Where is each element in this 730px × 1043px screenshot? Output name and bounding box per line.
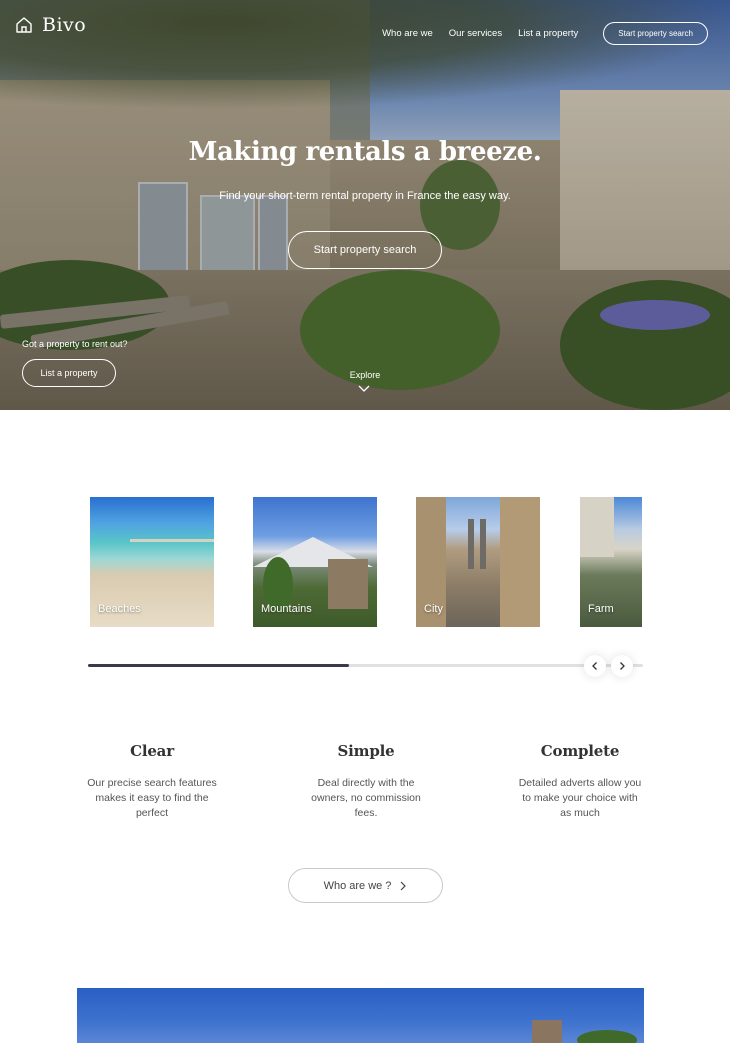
hero-title: Making rentals a breeze. [188,137,542,167]
nav-our-services[interactable]: Our services [449,28,502,39]
feature-text: Detailed adverts allow you to make your … [518,777,642,819]
who-are-we-label: Who are we ? [323,879,392,892]
category-label: Beaches [98,603,141,615]
top-nav: Who are we Our services List a property … [366,22,708,45]
start-search-button[interactable]: Start property search [288,231,442,269]
who-are-we-button[interactable]: Who are we ? [288,868,443,903]
tower-shape [532,1020,562,1043]
nav-start-search-button[interactable]: Start property search [603,22,708,45]
feature-text: Our precise search features makes it eas… [87,777,217,819]
carousel-next-button[interactable] [611,655,633,677]
carousel-progress-fill [88,664,349,667]
chalet-shape [328,559,368,609]
explore-link[interactable]: Explore [330,370,400,380]
category-card-farm[interactable]: Farm [580,497,642,627]
feature-clear: Clear Our precise search features makes … [72,742,232,821]
feature-text: Deal directly with the owners, no commis… [311,777,421,819]
category-card-beaches[interactable]: Beaches [90,497,214,627]
category-label: Farm [588,603,614,615]
chevron-right-icon [620,662,625,670]
house-outline-icon [16,17,32,33]
carousel-prev-button[interactable] [584,655,606,677]
rent-question: Got a property to rent out? [22,339,128,349]
list-property-button[interactable]: List a property [22,359,116,387]
chevron-right-icon [401,881,407,890]
pier-shape [130,539,214,542]
feature-title: Clear [130,742,174,760]
category-label: Mountains [261,603,312,615]
bottom-feature-image [77,988,644,1043]
hero-section: Bivo Who are we Our services List a prop… [0,0,730,410]
category-label: City [424,603,443,615]
brand-name: Bivo [42,14,87,36]
spire-shape [468,519,474,569]
feature-title: Simple [337,742,395,760]
nav-list-property[interactable]: List a property [518,28,578,39]
building-shape [500,497,540,627]
tree-shape [577,1030,637,1043]
carousel-progress [88,664,643,667]
farmhouse-shape [580,497,614,557]
feature-simple: Simple Deal directly with the owners, no… [286,742,446,821]
feature-complete: Complete Detailed adverts allow you to m… [500,742,660,821]
chevron-down-icon[interactable] [358,384,370,394]
logo[interactable]: Bivo [14,14,86,36]
nav-who-are-we[interactable]: Who are we [382,28,433,39]
hero-subtitle: Find your short-term rental property in … [219,190,511,202]
feature-title: Complete [540,742,620,760]
spire-shape [480,519,486,569]
chevron-left-icon [592,662,597,670]
category-card-mountains[interactable]: Mountains [253,497,377,627]
category-card-city[interactable]: City [416,497,540,627]
